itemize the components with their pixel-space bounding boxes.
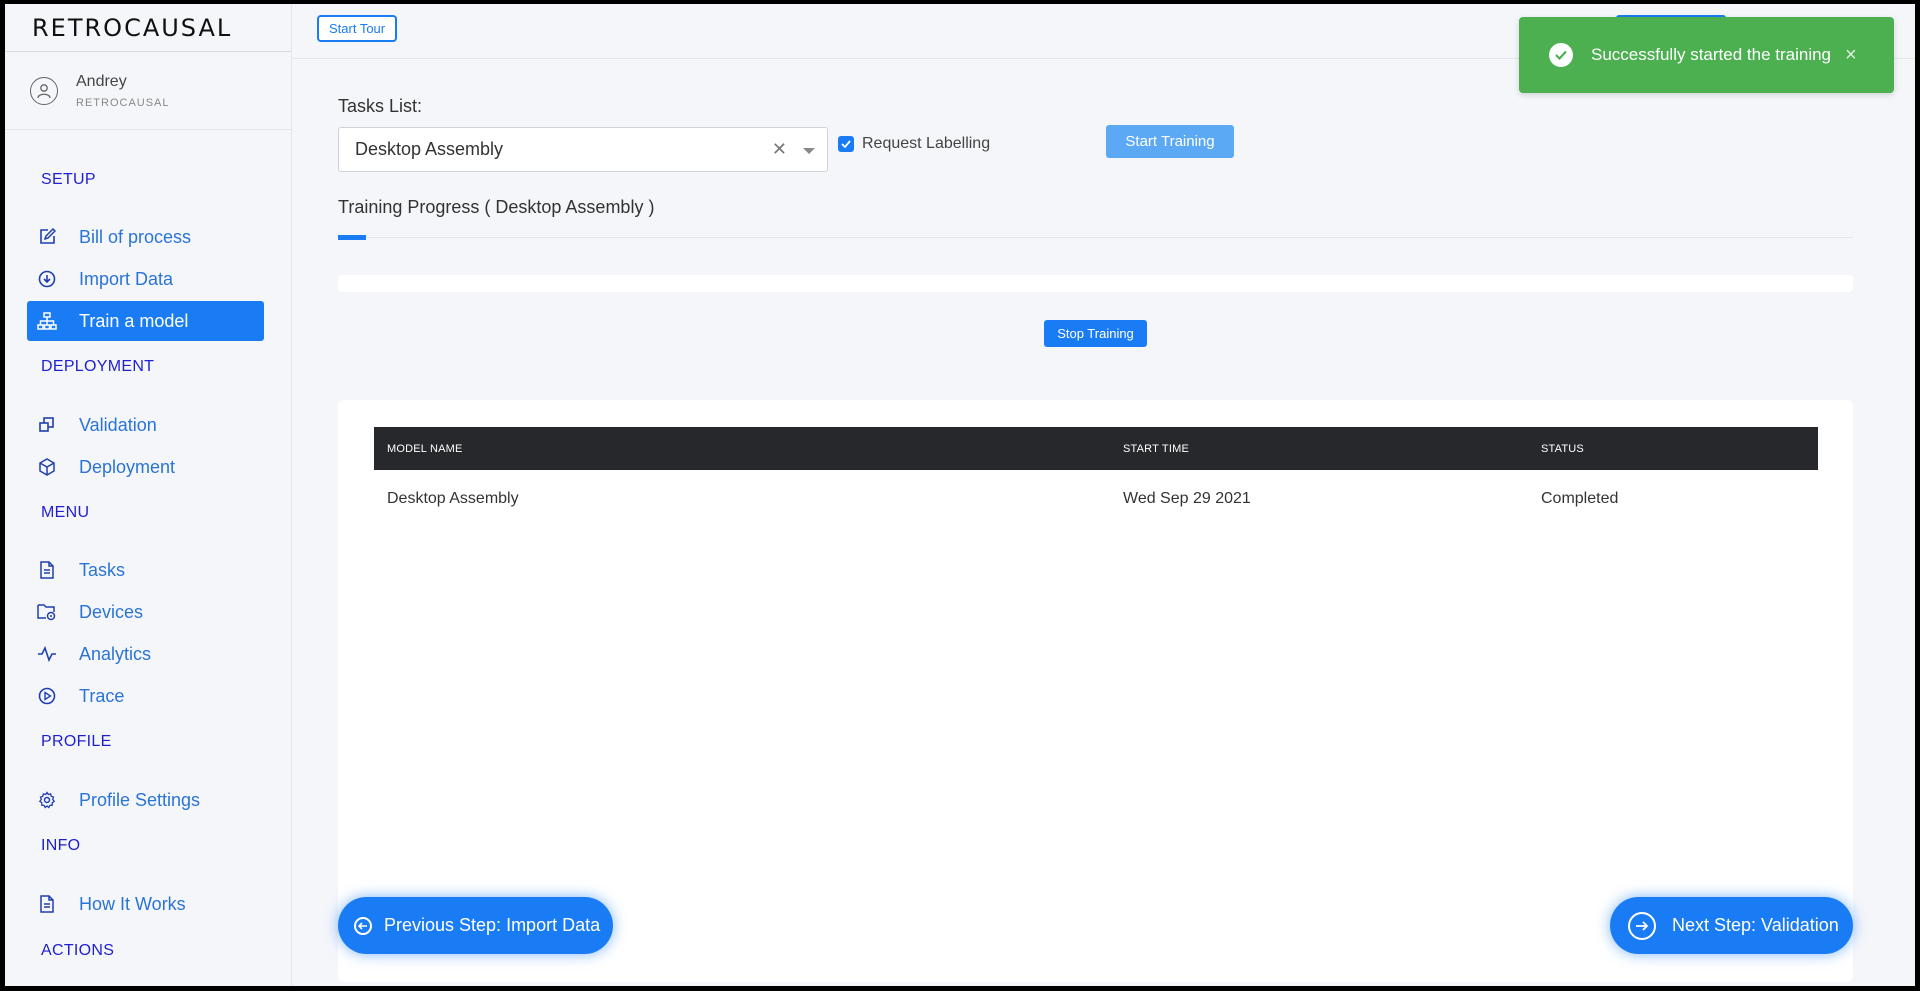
sidebar-item-label: Trace: [79, 685, 125, 706]
request-labelling-label[interactable]: Request Labelling: [862, 135, 990, 153]
close-icon[interactable]: ×: [1845, 44, 1857, 67]
task-select[interactable]: Desktop Assembly ✕: [338, 127, 828, 172]
column-header-status[interactable]: STATUS: [1541, 427, 1584, 470]
logo-text: RETROCAUSAL: [32, 13, 233, 42]
sidebar-item-label: Train a model: [79, 310, 189, 331]
previous-step-button[interactable]: Previous Step: Import Data: [338, 897, 613, 954]
sidebar-item-profile-settings[interactable]: Profile Settings: [27, 780, 264, 820]
gear-icon: [37, 790, 57, 810]
section-profile: PROFILE: [41, 733, 112, 750]
sidebar-item-label: Devices: [79, 601, 144, 622]
chevron-down-icon[interactable]: [803, 148, 815, 154]
user-profile: Andrey RETROCAUSAL: [5, 52, 291, 130]
check-circle-icon: [1549, 43, 1573, 67]
sidebar-item-deployment[interactable]: Deployment: [27, 447, 264, 487]
activity-icon: [37, 644, 57, 664]
table-row[interactable]: Desktop Assembly Wed Sep 29 2021 Complet…: [374, 470, 1818, 528]
sidebar-item-label: Bill of process: [79, 226, 192, 247]
copy-icon: [37, 415, 57, 435]
progress-divider: [338, 237, 1853, 238]
stop-training-button[interactable]: Stop Training: [1044, 320, 1147, 347]
sitemap-icon: [37, 311, 57, 331]
document-icon: [37, 894, 57, 914]
task-select-value: Desktop Assembly: [355, 139, 504, 159]
next-step-button[interactable]: Next Step: Validation: [1610, 897, 1853, 954]
arrow-right-circle-icon: [1628, 911, 1656, 940]
section-deployment: DEPLOYMENT: [41, 358, 155, 375]
sidebar-item-bill-of-process[interactable]: Bill of process: [27, 217, 264, 257]
logo[interactable]: RETROCAUSAL: [5, 4, 291, 52]
sidebar-item-tasks[interactable]: Tasks: [27, 550, 264, 590]
arrow-left-circle-icon: [354, 916, 372, 935]
edit-icon: [37, 227, 57, 247]
document-icon: [37, 560, 57, 580]
sidebar-item-how-it-works[interactable]: How It Works: [27, 884, 264, 924]
user-name: Andrey: [76, 72, 127, 90]
sidebar-item-label: Import Data: [79, 268, 174, 289]
progress-tab-indicator: [338, 235, 366, 240]
section-setup: SETUP: [41, 171, 96, 188]
start-tour-button[interactable]: Start Tour: [317, 15, 398, 42]
sidebar-item-label: Validation: [79, 414, 157, 435]
cell-status: Completed: [1541, 490, 1619, 507]
sidebar-item-analytics[interactable]: Analytics: [27, 634, 264, 674]
sidebar-item-devices[interactable]: Devices: [27, 592, 264, 632]
avatar-icon: [30, 76, 58, 105]
column-header-start-time[interactable]: START TIME: [1123, 427, 1189, 470]
box-icon: [37, 457, 57, 477]
play-circle-icon: [37, 686, 57, 706]
start-training-button[interactable]: Start Training: [1106, 125, 1234, 158]
section-info: INFO: [41, 837, 81, 854]
toast-message: Successfully started the training: [1591, 45, 1832, 64]
sidebar-item-trace[interactable]: Trace: [27, 676, 264, 716]
sidebar-item-label: Tasks: [79, 559, 126, 580]
sidebar-item-validation[interactable]: Validation: [27, 405, 264, 445]
models-table-card: MODEL NAME START TIME STATUS Desktop Ass…: [338, 400, 1853, 982]
download-circle-icon: [37, 269, 57, 289]
training-progress-bar: [338, 275, 1853, 292]
section-menu: MENU: [41, 504, 90, 521]
sidebar-item-label: Analytics: [79, 643, 152, 664]
next-step-label: Next Step: Validation: [1672, 915, 1839, 935]
sidebar-item-label: Deployment: [79, 456, 176, 477]
sidebar-item-train-a-model[interactable]: Train a model: [27, 301, 264, 341]
app-window: RETROCAUSAL Andrey RETROCAUSAL SETUP Bil…: [5, 4, 1915, 986]
request-labelling-checkbox[interactable]: [838, 136, 854, 152]
cell-start-time: Wed Sep 29 2021: [1123, 490, 1251, 507]
section-actions: ACTIONS: [41, 942, 115, 959]
previous-step-label: Previous Step: Import Data: [384, 915, 601, 935]
user-org: RETROCAUSAL: [76, 96, 170, 109]
cell-model-name: Desktop Assembly: [387, 490, 519, 507]
success-toast: Successfully started the training ×: [1519, 17, 1894, 93]
sidebar: RETROCAUSAL Andrey RETROCAUSAL SETUP Bil…: [5, 4, 292, 986]
sidebar-item-label: How It Works: [79, 893, 186, 914]
clear-icon[interactable]: ✕: [772, 139, 787, 160]
training-progress-title: Training Progress ( Desktop Assembly ): [338, 197, 655, 217]
folder-settings-icon: [37, 602, 57, 622]
tasks-list-label: Tasks List:: [338, 96, 423, 116]
table-header: MODEL NAME START TIME STATUS: [374, 427, 1818, 470]
sidebar-item-import-data[interactable]: Import Data: [27, 259, 264, 299]
check-icon: [841, 140, 851, 148]
column-header-model-name[interactable]: MODEL NAME: [387, 427, 463, 470]
sidebar-item-label: Profile Settings: [79, 789, 201, 810]
